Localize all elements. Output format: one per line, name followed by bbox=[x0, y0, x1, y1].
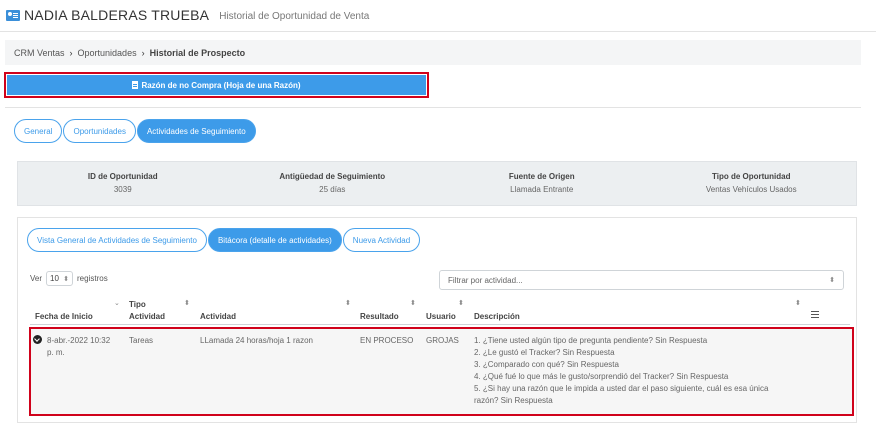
no-purchase-reason-button[interactable]: Razón de no Compra (Hoja de una Razón) bbox=[7, 75, 426, 95]
entries-suffix: registros bbox=[77, 274, 108, 283]
filter-placeholder: Filtrar por actividad... bbox=[448, 275, 523, 285]
col-actividad[interactable]: Actividad bbox=[200, 312, 236, 321]
description-line: 2. ¿Le gustó el Tracker? Sin Respuesta bbox=[474, 348, 615, 357]
entries-select[interactable]: 10 ⬍ bbox=[46, 271, 74, 286]
breadcrumb-item-crm-ventas[interactable]: CRM Ventas bbox=[14, 48, 65, 58]
summary-label: Tipo de Oportunidad bbox=[711, 172, 791, 181]
breadcrumb-current: Historial de Prospecto bbox=[149, 47, 246, 58]
tab-actividades-seguimiento[interactable]: Actividades de Seguimiento bbox=[136, 119, 256, 143]
summary-value: 25 días bbox=[319, 185, 346, 194]
sort-desc-icon[interactable]: ⌄ bbox=[114, 299, 120, 307]
entries-value: 10 bbox=[50, 274, 59, 283]
sort-icon[interactable]: ⬍ bbox=[410, 299, 416, 307]
tab-general[interactable]: General bbox=[14, 119, 63, 143]
summary-age: Antigüedad de Seguimiento 25 días bbox=[228, 162, 438, 205]
sub-tabs: Vista General de Actividades de Seguimie… bbox=[27, 228, 421, 252]
cell-descripcion: 1. ¿Tiene usted algún tipo de pregunta p… bbox=[474, 335, 768, 407]
sort-icon[interactable]: ⬍ bbox=[184, 299, 190, 307]
divider bbox=[0, 31, 876, 32]
col-tipo[interactable]: Tipo bbox=[129, 300, 146, 309]
cell-actividad: LLamada 24 horas/hoja 1 razon bbox=[200, 336, 313, 345]
col-resultado[interactable]: Resultado bbox=[360, 312, 399, 321]
id-card-icon bbox=[6, 9, 20, 21]
col-descripcion[interactable]: Descripción bbox=[474, 312, 520, 321]
col-tipo-actividad[interactable]: Actividad bbox=[129, 312, 165, 321]
summary-label: Fuente de Origen bbox=[508, 172, 575, 181]
summary-value: 3039 bbox=[113, 185, 132, 194]
tab-bitacora[interactable]: Bitácora (detalle de actividades) bbox=[207, 228, 342, 252]
cell-fecha: 8-abr.-2022 10:32 p. m. bbox=[47, 335, 110, 359]
tab-oportunidades[interactable]: Oportunidades bbox=[63, 119, 136, 143]
cell-resultado: EN PROCESO bbox=[360, 336, 414, 345]
page-subtitle: Historial de Oportunidad de Venta bbox=[219, 10, 370, 22]
summary-label: Antigüedad de Seguimiento bbox=[279, 172, 386, 181]
no-purchase-reason-label: Razón de no Compra (Hoja de una Razón) bbox=[141, 80, 301, 90]
summary-label: ID de Oportunidad bbox=[87, 172, 158, 181]
document-icon bbox=[132, 81, 139, 89]
col-usuario[interactable]: Usuario bbox=[426, 312, 456, 321]
table-header-divider bbox=[30, 324, 850, 325]
expand-circle-icon[interactable] bbox=[33, 335, 42, 344]
select-arrows-icon: ⬍ bbox=[63, 275, 70, 283]
top-tabs: General Oportunidades Actividades de Seg… bbox=[14, 119, 257, 143]
entries-control: Ver 10 ⬍ registros bbox=[30, 271, 108, 286]
cell-fecha-line2: p. m. bbox=[47, 348, 65, 357]
column-menu-icon[interactable] bbox=[811, 311, 819, 318]
description-line: 1. ¿Tiene usted algún tipo de pregunta p… bbox=[474, 336, 708, 345]
description-line: razón? Sin Respuesta bbox=[474, 396, 553, 405]
divider bbox=[5, 107, 861, 108]
breadcrumb-item-oportunidades[interactable]: Oportunidades bbox=[78, 48, 137, 58]
opportunity-summary: ID de Oportunidad 3039 Antigüedad de Seg… bbox=[17, 161, 857, 206]
summary-value: Ventas Vehículos Usados bbox=[705, 185, 797, 194]
chevron-right-icon: › bbox=[69, 47, 73, 58]
title-bar: NADIA BALDERAS TRUEBA Historial de Oport… bbox=[0, 0, 876, 30]
summary-id: ID de Oportunidad 3039 bbox=[18, 162, 228, 205]
page: NADIA BALDERAS TRUEBA Historial de Oport… bbox=[0, 0, 876, 423]
summary-type: Tipo de Oportunidad Ventas Vehículos Usa… bbox=[647, 162, 857, 205]
cell-tipo: Tareas bbox=[129, 336, 154, 345]
cell-fecha-line1: 8-abr.-2022 10:32 bbox=[47, 336, 111, 345]
summary-source: Fuente de Origen Llamada Entrante bbox=[437, 162, 647, 205]
activity-filter-select[interactable]: Filtrar por actividad... ⬍ bbox=[439, 270, 844, 290]
col-fecha-inicio[interactable]: Fecha de Inicio bbox=[35, 312, 93, 321]
description-line: 4. ¿Qué fué lo que más le gusto/sorprend… bbox=[474, 372, 729, 381]
description-line: 3. ¿Comparado con qué? Sin Respuesta bbox=[474, 360, 619, 369]
tab-vista-general[interactable]: Vista General de Actividades de Seguimie… bbox=[27, 228, 207, 252]
select-arrows-icon: ⬍ bbox=[829, 277, 835, 284]
breadcrumb: CRM Ventas › Oportunidades › Historial d… bbox=[5, 40, 861, 65]
sort-icon[interactable]: ⬍ bbox=[795, 299, 801, 307]
customer-name: NADIA BALDERAS TRUEBA bbox=[24, 7, 210, 23]
chevron-right-icon: › bbox=[141, 47, 145, 58]
entries-prefix: Ver bbox=[30, 274, 43, 283]
description-line: 5. ¿Si hay una razón que le impida a ust… bbox=[474, 384, 769, 393]
tab-nueva-actividad[interactable]: Nueva Actividad bbox=[342, 228, 421, 252]
summary-value: Llamada Entrante bbox=[510, 185, 574, 194]
cell-usuario: GROJAS bbox=[426, 336, 459, 345]
sort-icon[interactable]: ⬍ bbox=[458, 299, 464, 307]
sort-icon[interactable]: ⬍ bbox=[345, 299, 351, 307]
